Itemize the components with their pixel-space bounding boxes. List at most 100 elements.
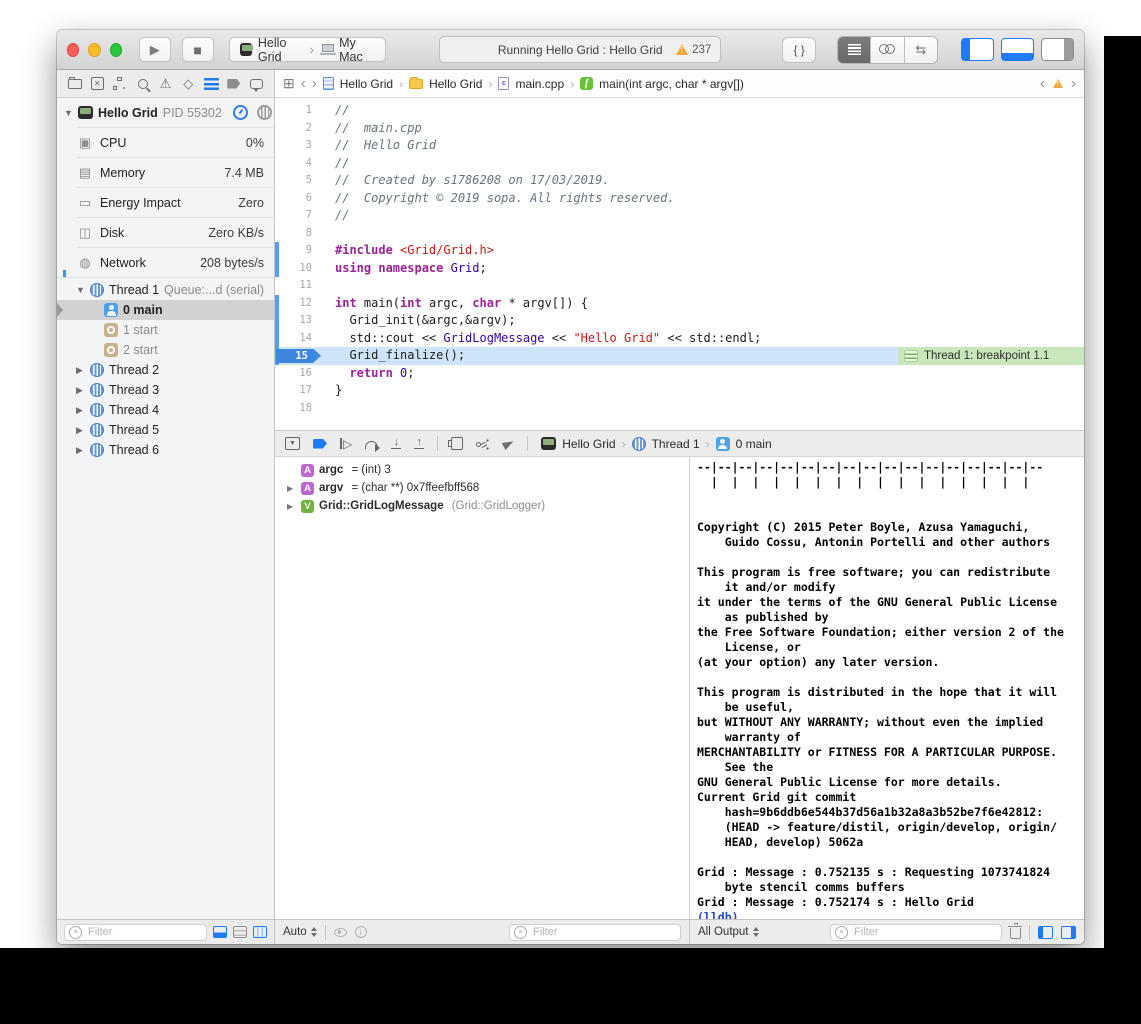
inspector-toggle-button[interactable]: [1041, 38, 1074, 61]
process-header[interactable]: ▼ Hello Grid PID 55302: [57, 98, 274, 127]
thread-row[interactable]: ▶Thread 2: [57, 360, 274, 380]
location-icon[interactable]: [502, 437, 515, 449]
breakpoint-annotation[interactable]: Thread 1: breakpoint 1.1: [898, 347, 1084, 365]
assistant-editor-button[interactable]: [871, 37, 904, 63]
previous-issue-icon[interactable]: ‹: [1040, 75, 1045, 92]
disclosure-icon[interactable]: ▶: [287, 484, 296, 493]
line-number-gutter[interactable]: 11: [275, 277, 321, 295]
scheme-selector[interactable]: Hello Grid › My Mac: [229, 37, 387, 62]
warning-badge[interactable]: 237: [676, 44, 711, 56]
crumb-process[interactable]: Hello Grid: [562, 437, 615, 451]
line-number-gutter[interactable]: 7: [275, 207, 321, 225]
line-number-gutter[interactable]: 3: [275, 137, 321, 155]
version-editor-button[interactable]: ⇆: [905, 37, 937, 63]
thread-row[interactable]: ▶Thread 6: [57, 440, 274, 460]
disclosure-icon[interactable]: ▶: [76, 385, 85, 396]
continue-icon[interactable]: ▷: [340, 437, 352, 451]
code-line[interactable]: 16 return 0;: [275, 365, 1084, 383]
code-line[interactable]: 4//: [275, 155, 1084, 173]
variable-row[interactable]: Aargc = (int) 3: [275, 461, 689, 479]
console-pane-toggle-icon[interactable]: [1061, 926, 1076, 939]
minimize-icon[interactable]: [88, 43, 100, 57]
tests-icon[interactable]: ◇: [180, 75, 197, 92]
breakpoint-badge[interactable]: 15: [276, 349, 321, 364]
console-filter-input[interactable]: [852, 925, 997, 939]
source-control-icon[interactable]: ✕: [89, 75, 106, 92]
close-icon[interactable]: [67, 43, 79, 57]
variable-row[interactable]: ▶Aargv = (char **) 0x7ffeefbff568: [275, 479, 689, 497]
console-view[interactable]: --|--|--|--|--|--|--|--|--|--|--|--|--|-…: [690, 457, 1084, 919]
thread-row[interactable]: ▶Thread 3: [57, 380, 274, 400]
line-number-gutter[interactable]: 14: [275, 330, 321, 348]
back-icon[interactable]: ‹: [301, 75, 306, 92]
step-out-icon[interactable]: ↑: [414, 438, 424, 450]
disclosure-icon[interactable]: ▶: [76, 445, 85, 456]
code-line[interactable]: 14 std::cout << GridLogMessage << "Hello…: [275, 330, 1084, 348]
line-number-gutter[interactable]: 15: [275, 347, 321, 365]
project-navigator-icon[interactable]: [66, 75, 83, 92]
code-line[interactable]: 11: [275, 277, 1084, 295]
gauge-row[interactable]: ◍Network208 bytes/s: [77, 247, 274, 277]
debug-navigator-icon[interactable]: [203, 75, 220, 92]
trash-icon[interactable]: [1010, 928, 1021, 939]
disclosure-open-icon[interactable]: ▼: [64, 108, 73, 118]
line-number-gutter[interactable]: 17: [275, 382, 321, 400]
code-line[interactable]: 13 Grid_init(&argc,&argv);: [275, 312, 1084, 330]
hide-debug-icon[interactable]: ▼: [285, 437, 300, 450]
code-line[interactable]: 8: [275, 225, 1084, 243]
navigator-toggle-button[interactable]: [961, 38, 994, 61]
find-icon[interactable]: [134, 75, 151, 92]
stop-button[interactable]: ■: [182, 37, 214, 62]
stack-frame-row[interactable]: 1 start: [57, 320, 274, 340]
stack-frame-row[interactable]: 0 main: [57, 300, 274, 320]
code-line[interactable]: 1//: [275, 102, 1084, 120]
line-number-gutter[interactable]: 4: [275, 155, 321, 173]
next-issue-icon[interactable]: ›: [1071, 75, 1076, 92]
navigator-filter-input[interactable]: [86, 925, 202, 939]
code-line[interactable]: 10using namespace Grid;: [275, 260, 1084, 278]
variables-pane-toggle-icon[interactable]: [1038, 926, 1053, 939]
code-line[interactable]: 7//: [275, 207, 1084, 225]
info-icon[interactable]: i: [355, 926, 367, 938]
line-number-gutter[interactable]: 9: [275, 242, 321, 260]
line-number-gutter[interactable]: 10: [275, 260, 321, 278]
code-line[interactable]: 12int main(int argc, char * argv[]) {: [275, 295, 1084, 313]
standard-editor-button[interactable]: [838, 37, 871, 63]
gauge-row[interactable]: ◫DiskZero KB/s: [77, 217, 274, 247]
variables-view[interactable]: Aargc = (int) 3▶Aargv = (char **) 0x7ffe…: [275, 457, 690, 919]
gauge-row[interactable]: ▭Energy ImpactZero: [77, 187, 274, 217]
disclosure-icon[interactable]: ▶: [287, 502, 296, 511]
breakpoints-icon[interactable]: [225, 75, 242, 92]
code-line[interactable]: 5// Created by s1786208 on 17/03/2019.: [275, 172, 1084, 190]
thread-row[interactable]: ▶Thread 5: [57, 420, 274, 440]
navigator-filter-field[interactable]: ≡: [64, 924, 207, 941]
library-button[interactable]: { }: [782, 37, 816, 63]
source-editor[interactable]: 1//2// main.cpp3// Hello Grid4//5// Crea…: [275, 98, 1084, 430]
code-line[interactable]: 18: [275, 400, 1084, 418]
related-items-icon[interactable]: ⊞: [283, 75, 295, 92]
code-line[interactable]: 2// main.cpp: [275, 120, 1084, 138]
variable-row[interactable]: ▶VGrid::GridLogMessage (Grid::GridLogger…: [275, 497, 689, 515]
code-line[interactable]: 17}: [275, 382, 1084, 400]
variables-scope-popup[interactable]: Auto: [283, 926, 317, 938]
thread-row[interactable]: ▶Thread 4: [57, 400, 274, 420]
gauge-row[interactable]: ▤Memory7.4 MB: [77, 157, 274, 187]
code-line[interactable]: 6// Copyright © 2019 sopa. All rights re…: [275, 190, 1084, 208]
disclosure-icon[interactable]: ▶: [76, 365, 85, 376]
stack-frame-row[interactable]: 2 start: [57, 340, 274, 360]
step-into-icon[interactable]: ↓: [391, 438, 401, 450]
line-number-gutter[interactable]: 13: [275, 312, 321, 330]
line-number-gutter[interactable]: 1: [275, 102, 321, 120]
reports-icon[interactable]: [248, 75, 265, 92]
disclosure-icon[interactable]: ▶: [76, 405, 85, 416]
crumb-thread[interactable]: Thread 1: [652, 437, 700, 451]
line-number-gutter[interactable]: 16: [275, 365, 321, 383]
thread-row[interactable]: ▼Thread 1Queue:...d (serial): [57, 280, 274, 300]
line-number-gutter[interactable]: 5: [275, 172, 321, 190]
zoom-icon[interactable]: [110, 43, 122, 57]
breadcrumb-file[interactable]: main.cpp: [515, 77, 564, 91]
disclosure-icon[interactable]: ▶: [76, 425, 85, 436]
code-line[interactable]: 9#include <Grid/Grid.h>: [275, 242, 1084, 260]
memory-graph-icon[interactable]: [476, 438, 490, 450]
code-line[interactable]: 15 Grid_finalize();Thread 1: breakpoint …: [275, 347, 1084, 365]
